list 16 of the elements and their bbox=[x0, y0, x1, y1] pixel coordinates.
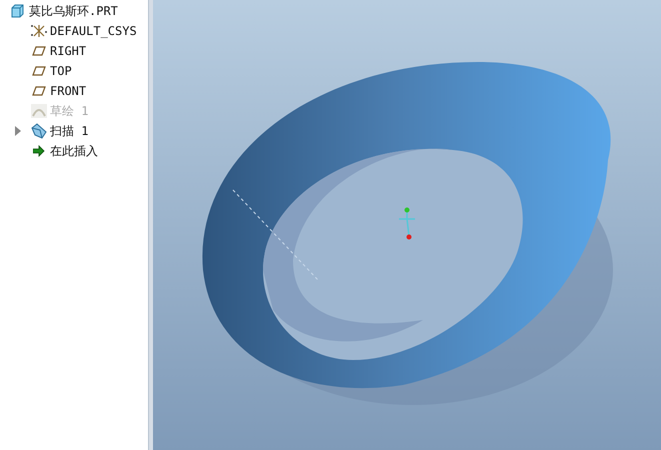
tree-item[interactable]: FRONT bbox=[50, 84, 86, 98]
expand-arrow-icon[interactable] bbox=[14, 126, 22, 136]
datum-plane-icon bbox=[32, 66, 46, 76]
tree-item[interactable]: TOP bbox=[50, 64, 72, 78]
tree-item[interactable]: DEFAULT_CSYS bbox=[50, 24, 137, 38]
insert-here-arrow-icon bbox=[33, 145, 45, 157]
sweep-feature-icon bbox=[31, 123, 47, 139]
tree-item[interactable]: 扫描 1 bbox=[50, 122, 88, 140]
sketch-arc-icon bbox=[31, 104, 47, 118]
datum-plane-icon bbox=[32, 86, 46, 96]
coordinate-system-icon bbox=[30, 23, 48, 39]
tree-item[interactable]: RIGHT bbox=[50, 44, 86, 58]
tree-item[interactable]: 在此插入 bbox=[50, 142, 98, 160]
part-cube-icon bbox=[10, 4, 24, 18]
tree-item[interactable]: 莫比乌斯环.PRT bbox=[29, 2, 118, 20]
datum-plane-icon bbox=[32, 46, 46, 56]
